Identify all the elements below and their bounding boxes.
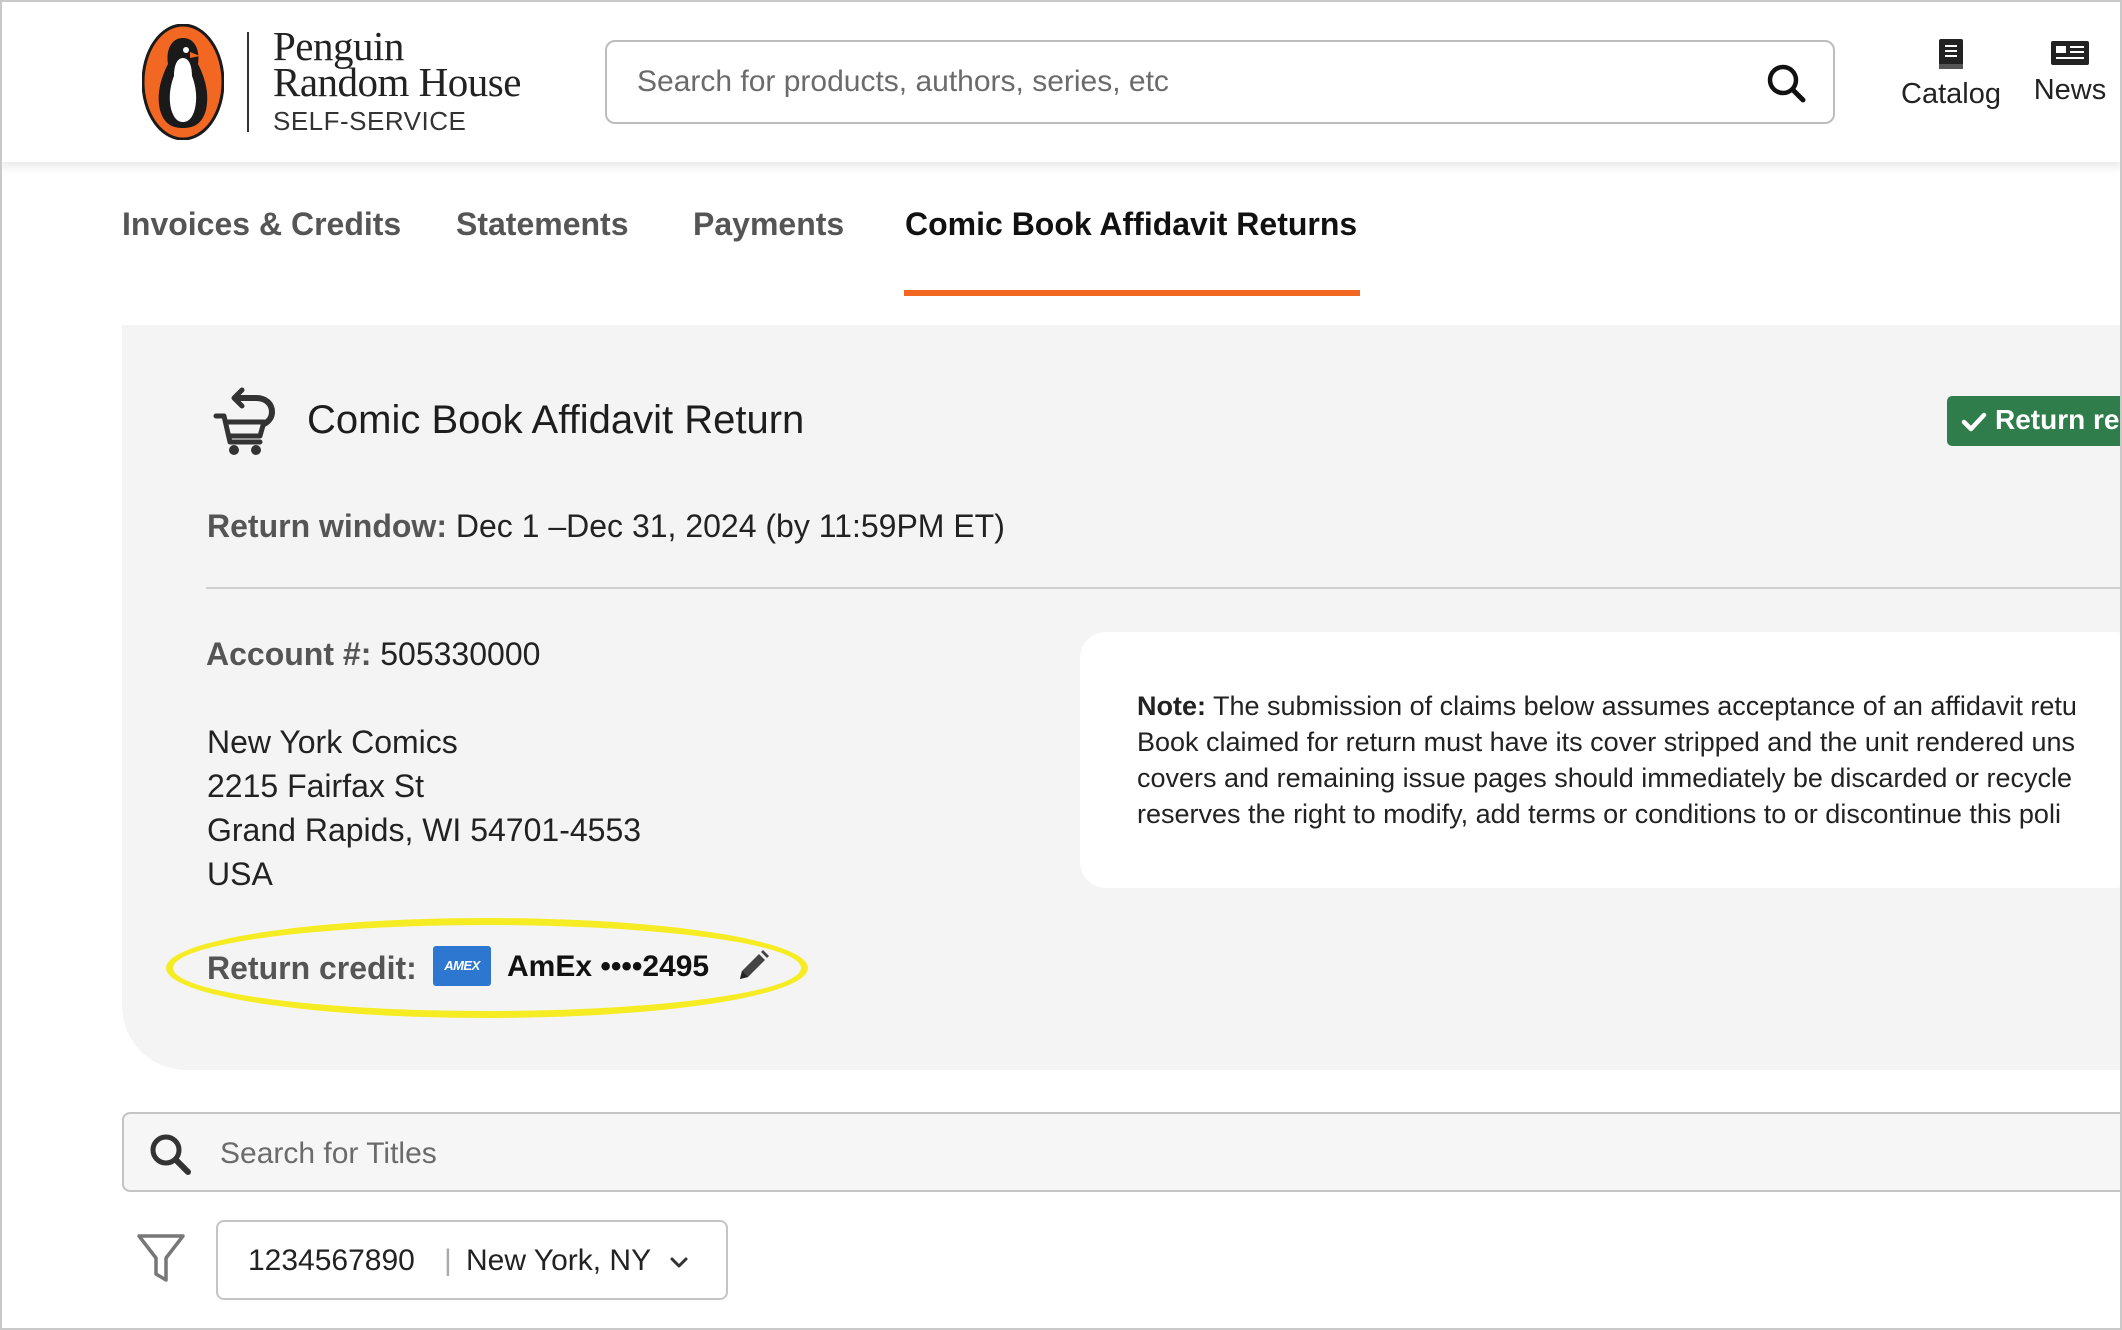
search-icon[interactable] [1765, 62, 1807, 104]
cart-return-icon [213, 387, 276, 455]
tab-comic-book-affidavit-returns[interactable]: Comic Book Affidavit Returns [905, 206, 1357, 243]
address-line: New York Comics [207, 724, 458, 760]
address-line: Grand Rapids, WI 54701-4553 [207, 812, 642, 848]
title-search-input[interactable] [220, 1132, 2020, 1176]
return-title: Comic Book Affidavit Return [307, 398, 805, 442]
status-badge-label: Return re [1995, 404, 2120, 435]
site-header: Penguin Random House SELF-SERVICE Catalo… [0, 0, 2122, 162]
tab-invoices-credits[interactable]: Invoices & Credits [122, 206, 401, 243]
note-line: The submission of claims below assumes a… [1213, 691, 2077, 721]
note-line: reserves the right to modify, add terms … [1137, 799, 2061, 829]
note-line: Book claimed for return must have its co… [1137, 727, 2075, 757]
logo-divider [247, 32, 249, 132]
chevron-down-icon [670, 1257, 688, 1268]
account-value: 505330000 [380, 636, 541, 672]
penguin-logo[interactable] [142, 24, 224, 140]
status-badge: Return re [1947, 396, 2122, 446]
active-tab-indicator [904, 290, 1360, 296]
shipping-address: New York Comics 2215 Fairfax St Grand Ra… [207, 720, 641, 896]
book-icon [1939, 39, 1963, 69]
filter-icon[interactable] [136, 1232, 186, 1286]
account-number: Account #: 505330000 [206, 636, 540, 673]
section-divider [206, 587, 2122, 589]
tab-payments[interactable]: Payments [693, 206, 844, 243]
address-line: 2215 Fairfax St [207, 768, 424, 804]
nav-catalog-label: Catalog [1901, 78, 2001, 110]
note-text: Note: The submission of claims below ass… [1137, 688, 2122, 832]
title-search-box[interactable] [122, 1112, 2122, 1192]
account-label: Account #: [206, 636, 372, 672]
pencil-edit-icon[interactable] [735, 948, 771, 984]
location-separator: | [444, 1244, 452, 1277]
site-search-box[interactable] [605, 40, 1835, 124]
nav-news[interactable]: News [2030, 38, 2110, 107]
nav-news-label: News [2033, 74, 2107, 106]
return-credit-label: Return credit: [207, 950, 417, 986]
location-account-number: 1234567890 [248, 1244, 415, 1277]
return-window-label: Return window: [207, 508, 447, 544]
nav-catalog[interactable]: Catalog [1898, 38, 2004, 111]
note-label: Note: [1137, 691, 1206, 721]
amex-card-logo: AMEX [433, 946, 491, 986]
search-icon[interactable] [148, 1132, 192, 1176]
return-window-value: Dec 1 –Dec 31, 2024 (by 11:59PM ET) [455, 508, 1005, 544]
location-city: New York, NY [466, 1244, 652, 1277]
address-line: USA [207, 856, 273, 892]
brand-name[interactable]: Penguin Random House [273, 26, 521, 105]
checkmark-icon [1961, 412, 1987, 432]
return-window: Return window: Dec 1 –Dec 31, 2024 (by 1… [207, 508, 1005, 545]
site-search-input[interactable] [637, 60, 1737, 104]
newspaper-icon [2051, 41, 2089, 65]
brand-subtitle: SELF-SERVICE [273, 106, 467, 136]
tab-statements[interactable]: Statements [456, 206, 629, 243]
note-line: covers and remaining issue pages should … [1137, 763, 2072, 793]
card-number: AmEx ••••2495 [507, 950, 710, 983]
location-select[interactable]: 1234567890 | New York, NY [216, 1220, 728, 1300]
brand-line-2: Random House [273, 59, 521, 105]
